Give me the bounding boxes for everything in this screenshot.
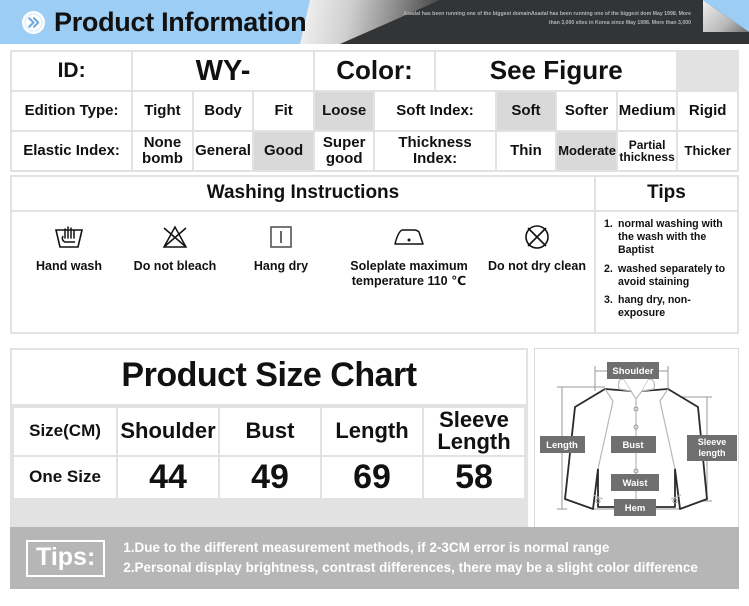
size-value-bust: 49 <box>220 456 320 498</box>
shirt-diagram-svg: Shoulder Length Bust Waist Hem Sleeve le… <box>535 348 738 523</box>
diagram-label-length: Length <box>546 440 578 451</box>
size-chart-section: Product Size Chart Size(CM) Shoulder Bus… <box>10 347 739 529</box>
table-header-row: Size(CM) Shoulder Bust Length Sleeve Len… <box>14 407 524 455</box>
wash-item-do-not-bleach: Do not bleach <box>122 220 228 274</box>
bottom-tips-lines: 1.Due to the different measurement metho… <box>123 536 698 581</box>
soft-option-rigid[interactable]: Rigid <box>678 92 737 130</box>
tip-text: washed separately to avoid staining <box>618 262 726 288</box>
wash-caption: Soleplate maximum temperature 110 ℃ <box>350 259 468 288</box>
do-not-dry-clean-icon <box>522 220 552 254</box>
wash-caption: Do not dry clean <box>488 259 586 273</box>
washing-instructions-title: Washing Instructions <box>12 177 594 210</box>
id-value: WY- <box>133 52 313 90</box>
product-information-infographic: Product Information Asadal has been runn… <box>0 0 749 606</box>
diagram-label-bust: Bust <box>622 440 644 451</box>
edition-option-fit[interactable]: Fit <box>254 92 313 130</box>
edition-type-label: Edition Type: <box>12 92 132 130</box>
tip-number: 2. <box>604 262 613 275</box>
tip-number: 3. <box>604 294 613 307</box>
size-header-sleeve-length: Sleeve Length <box>424 407 524 455</box>
table-row-edition-soft: Edition Type: Tight Body Fit Loose Soft … <box>12 92 737 130</box>
color-value: See Figure <box>436 52 677 90</box>
do-not-bleach-icon <box>159 220 191 254</box>
bottom-tip-line: 1.Due to the different measurement metho… <box>123 539 610 555</box>
table-row-elastic-thickness: Elastic Index: None bomb General Good Su… <box>12 132 737 170</box>
elastic-option-super-good[interactable]: Super good <box>314 132 374 170</box>
edition-option-body[interactable]: Body <box>193 92 253 130</box>
wash-item-do-not-dry-clean: Do not dry clean <box>484 220 590 274</box>
table-row: One Size 44 49 69 58 <box>14 456 524 498</box>
thickness-option-partial-thickness[interactable]: Partial thickness <box>617 132 677 170</box>
size-header-bust: Bust <box>220 407 320 455</box>
size-value-shoulder: 44 <box>118 456 218 498</box>
tips-panel: Tips 1. normal washing with the wash wit… <box>596 177 737 332</box>
bottom-tip-line: 2.Personal display brightness, contrast … <box>123 559 698 575</box>
size-chart-table-panel: Product Size Chart Size(CM) Shoulder Bus… <box>10 347 528 529</box>
page-header: Product Information Asadal has been runn… <box>0 0 749 44</box>
bottom-tips-bar: Tips: 1.Due to the different measurement… <box>10 527 739 589</box>
elastic-option-good[interactable]: Good <box>254 132 313 170</box>
size-row-label: One Size <box>14 456 116 498</box>
id-label: ID: <box>12 52 132 90</box>
size-header-size: Size(CM) <box>14 407 116 455</box>
edition-option-tight[interactable]: Tight <box>133 92 192 130</box>
tips-panel-list: 1. normal washing with the wash with the… <box>596 212 737 332</box>
color-label: Color: <box>314 52 435 90</box>
elastic-index-label: Elastic Index: <box>12 132 132 170</box>
wash-item-hang-dry: Hang dry <box>228 220 334 274</box>
wash-caption: Hang dry <box>253 259 309 273</box>
size-chart-title: Product Size Chart <box>12 349 526 404</box>
page-title: Product Information <box>54 7 307 37</box>
size-header-length: Length <box>322 407 422 455</box>
size-header-shoulder: Shoulder <box>118 407 218 455</box>
table-row-identity: ID: WY- Color: See Figure <box>12 52 737 90</box>
list-item: 1. normal washing with the wash with the… <box>604 218 731 258</box>
diagram-label-waist: Waist <box>623 478 649 489</box>
iron-low-temperature-icon <box>389 220 429 254</box>
soft-option-softer[interactable]: Softer <box>557 92 616 130</box>
thickness-index-label: Thickness Index: <box>375 132 495 170</box>
size-value-sleeve-length: 58 <box>424 456 524 498</box>
thickness-option-moderate[interactable]: Moderate <box>557 132 616 170</box>
elastic-option-general[interactable]: General <box>193 132 253 170</box>
soft-option-medium[interactable]: Medium <box>617 92 677 130</box>
thickness-option-thicker[interactable]: Thicker <box>678 132 737 170</box>
tips-badge: Tips: <box>26 539 106 577</box>
list-item: 2. washed separately to avoid staining <box>604 263 731 289</box>
tip-text: hang dry, non-exposure <box>618 294 691 320</box>
wash-caption: Hand wash <box>36 259 102 273</box>
tip-number: 1. <box>604 218 613 230</box>
edition-option-loose[interactable]: Loose <box>314 92 374 130</box>
elastic-option-none-bomb[interactable]: None bomb <box>133 132 192 170</box>
size-chart-table: Size(CM) Shoulder Bust Length Sleeve Len… <box>12 405 526 500</box>
washing-icons-row: Hand wash Do not bleach Hang dry Solepla… <box>12 212 594 332</box>
hand-wash-icon <box>52 220 86 254</box>
garment-measurement-diagram: Shoulder Length Bust Waist Hem Sleeve le… <box>534 347 739 529</box>
double-chevron-right-icon <box>22 11 45 34</box>
tip-text: normal washing with the wash with the Ba… <box>618 218 723 257</box>
list-item: 3. hang dry, non-exposure <box>604 294 731 320</box>
wash-item-iron: Soleplate maximum temperature 110 ℃ <box>334 220 484 289</box>
thickness-option-thin[interactable]: Thin <box>496 132 556 170</box>
header-subtitle-text: Asadal has been running one of the bigge… <box>403 11 691 26</box>
washing-instructions-panel: Washing Instructions Hand wash Do not bl… <box>12 177 594 332</box>
product-attributes-table: ID: WY- Color: See Figure Edition Type: … <box>10 50 739 172</box>
care-section: Washing Instructions Hand wash Do not bl… <box>10 175 739 334</box>
tips-panel-title: Tips <box>596 177 737 210</box>
soft-index-label: Soft Index: <box>375 92 495 130</box>
wash-item-hand-wash: Hand wash <box>16 220 122 274</box>
diagram-label-hem: Hem <box>625 503 646 514</box>
size-value-length: 69 <box>322 456 422 498</box>
soft-option-soft[interactable]: Soft <box>496 92 556 130</box>
diagram-label-shoulder: Shoulder <box>612 366 653 377</box>
hang-dry-icon <box>267 220 295 254</box>
wash-caption: Do not bleach <box>133 259 217 273</box>
diagram-label-sleeve-2: length <box>699 448 726 458</box>
diagram-label-sleeve-1: Sleeve <box>698 437 727 447</box>
